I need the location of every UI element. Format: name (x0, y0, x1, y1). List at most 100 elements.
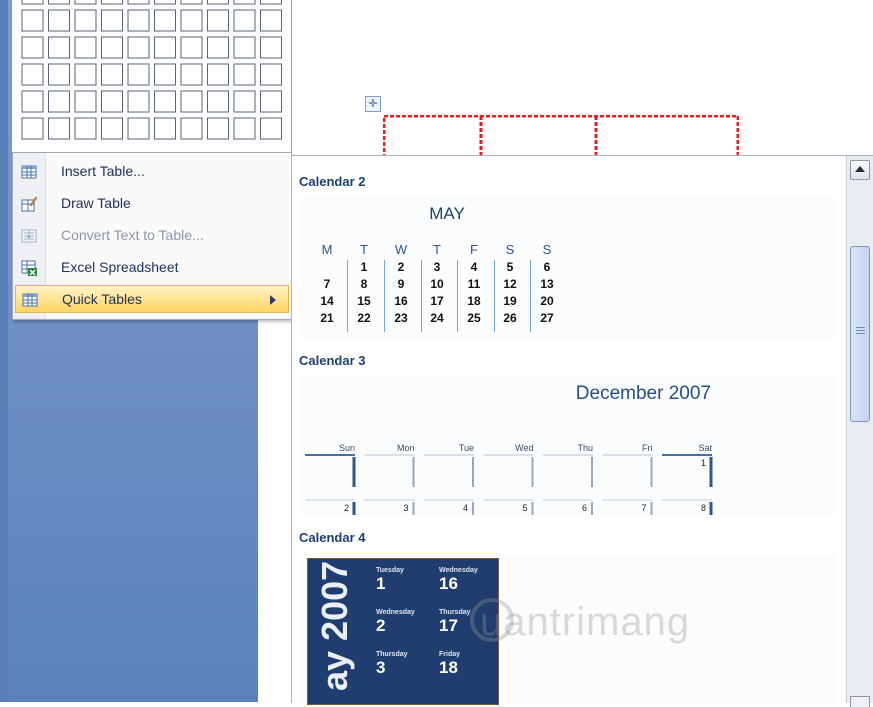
calendar-divider (530, 260, 531, 332)
document-table[interactable] (383, 115, 739, 160)
grid-cell[interactable] (74, 63, 97, 86)
grid-cell[interactable] (233, 0, 256, 5)
grid-cell[interactable] (180, 9, 203, 32)
calendar-day-header: M (321, 242, 333, 257)
grid-cell[interactable] (74, 117, 97, 140)
menu-item-insert-table[interactable]: Insert Table... (13, 157, 291, 187)
calendar-divider (494, 260, 495, 332)
grid-cell[interactable] (207, 117, 229, 140)
calendar-date: 10 (430, 277, 444, 291)
grid-cell[interactable] (260, 9, 282, 32)
convert-text-icon (21, 229, 37, 243)
grid-cell[interactable] (48, 9, 70, 32)
grid-cell[interactable] (180, 117, 203, 140)
grid-cell[interactable] (127, 117, 150, 140)
menu-item-quick-tables[interactable]: Quick Tables (15, 285, 289, 313)
calendar-date: 21 (320, 311, 334, 325)
table-grid[interactable] (12, 0, 291, 152)
scroll-thumb[interactable] (850, 246, 870, 422)
grid-cell[interactable] (127, 63, 150, 86)
grid-cell[interactable] (154, 90, 176, 113)
menu-item-excel-spreadsheet[interactable]: Excel Spreadsheet (13, 253, 291, 283)
calendar-day-header: F (470, 242, 478, 257)
grid-cell[interactable] (207, 9, 229, 32)
calendar-day-header: T (360, 242, 368, 257)
grid-cell[interactable] (127, 36, 150, 59)
calendar-date: 27 (540, 311, 554, 325)
calendar-date: 1 (360, 260, 368, 274)
grid-cell[interactable] (154, 117, 176, 140)
calendar-date: 1 (376, 574, 386, 593)
calendar-3-preview[interactable]: December 2007 Sun 2 Mon 3 Tue 4 Wed 5 Thu 6 Fri 7 Sa… (302, 377, 837, 515)
calendar-day-header: S (542, 242, 552, 257)
grid-cell[interactable] (260, 0, 282, 5)
grid-cell[interactable] (233, 63, 256, 86)
grid-cell[interactable] (101, 90, 123, 113)
grid-cell[interactable] (48, 63, 70, 86)
submenu-arrow-icon (270, 295, 276, 305)
grid-cell[interactable] (233, 36, 256, 59)
grid-cell[interactable] (154, 36, 176, 59)
gallery-section-title: Calendar 4 (299, 530, 366, 545)
calendar-date: 6 (543, 260, 551, 274)
grid-cell[interactable] (154, 9, 176, 32)
grid-cell[interactable] (21, 117, 44, 140)
grid-cell[interactable] (21, 9, 44, 32)
grid-cell[interactable] (260, 117, 282, 140)
table-move-handle-icon[interactable]: ✛ (365, 96, 381, 112)
grid-cell[interactable] (21, 0, 44, 5)
calendar-day-header: T (433, 242, 441, 257)
grid-cell[interactable] (101, 36, 123, 59)
grid-cell[interactable] (233, 9, 256, 32)
calendar-divider (384, 260, 385, 332)
grid-cell[interactable] (127, 90, 150, 113)
menu-item-draw-table[interactable]: Draw Table (13, 189, 291, 219)
grid-cell[interactable] (48, 0, 70, 5)
calendar-divider (457, 260, 458, 332)
menu-item-convert-text: Convert Text to Table... (13, 221, 291, 251)
grid-cell[interactable] (101, 117, 123, 140)
grid-cell[interactable] (21, 63, 44, 86)
grid-cell[interactable] (127, 9, 150, 32)
grid-cell[interactable] (260, 36, 282, 59)
grid-cell[interactable] (180, 90, 203, 113)
scroll-up-button[interactable] (850, 160, 870, 180)
grid-cell[interactable] (233, 117, 256, 140)
grid-cell[interactable] (207, 36, 229, 59)
calendar-weekday: Tuesday (376, 567, 404, 574)
grid-cell[interactable] (74, 90, 97, 113)
grid-cell[interactable] (233, 90, 256, 113)
watermark: uantrimang (480, 600, 691, 644)
grid-cell[interactable] (48, 36, 70, 59)
grid-cell[interactable] (207, 90, 229, 113)
calendar-entry: Tuesday 1 (376, 567, 404, 594)
grid-cell[interactable] (127, 0, 150, 5)
grid-cell[interactable] (21, 36, 44, 59)
gallery-scrollbar[interactable] (846, 156, 873, 707)
grid-cell[interactable] (180, 63, 203, 86)
calendar-date: 5 (506, 260, 514, 274)
menu-item-label: Convert Text to Table... (61, 227, 204, 243)
calendar-2-preview[interactable]: MAY M T W T F S S 1 2 3 4 5 6 7 8 9 10 11 12 13 14 15 16 17 18 19… (302, 198, 837, 340)
grid-cell[interactable] (260, 63, 282, 86)
grid-cell[interactable] (48, 90, 70, 113)
grid-cell[interactable] (101, 9, 123, 32)
grid-cell[interactable] (260, 90, 282, 113)
grid-cell[interactable] (207, 0, 229, 5)
grid-cell[interactable] (74, 9, 97, 32)
grid-cell[interactable] (74, 0, 97, 5)
grid-cell[interactable] (21, 90, 44, 113)
calendar-date: 2 (397, 260, 405, 274)
grid-cell[interactable] (101, 0, 123, 5)
grid-cell[interactable] (180, 0, 203, 5)
calendar-date: 17 (439, 616, 458, 635)
grid-cell[interactable] (48, 117, 70, 140)
grid-cell[interactable] (154, 0, 176, 5)
grid-cell[interactable] (207, 63, 229, 86)
calendar-date: 9 (397, 277, 405, 291)
grid-cell[interactable] (74, 36, 97, 59)
grid-cell[interactable] (101, 63, 123, 86)
table-grid-picker[interactable] (12, 0, 292, 152)
grid-cell[interactable] (180, 36, 203, 59)
grid-cell[interactable] (154, 63, 176, 86)
